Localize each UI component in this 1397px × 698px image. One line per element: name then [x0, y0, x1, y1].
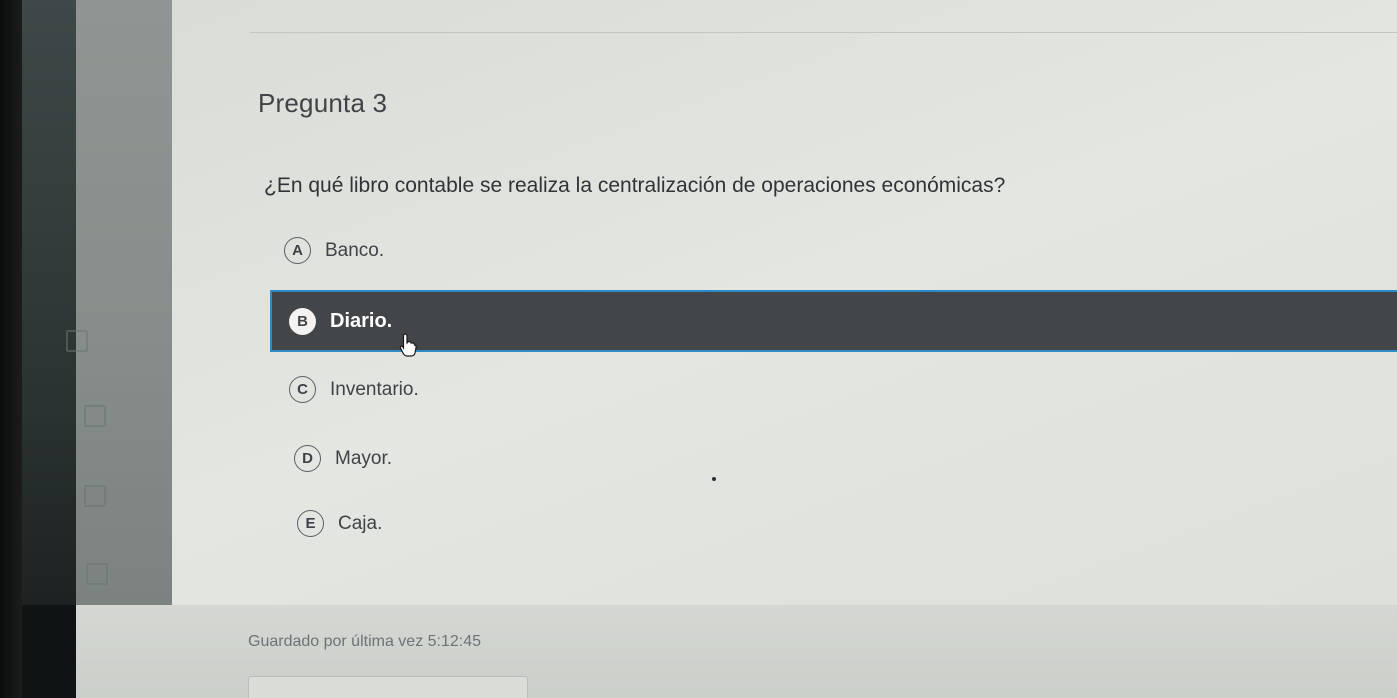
option-label: Banco.: [325, 239, 385, 261]
question-text: ¿En qué libro contable se realiza la cen…: [264, 174, 1006, 197]
option-d[interactable]: D Mayor.: [294, 445, 392, 472]
option-letter-badge: C: [289, 376, 316, 403]
option-b-selected[interactable]: B Diario.: [270, 290, 1397, 352]
bottom-panel-edge: [248, 676, 528, 698]
sidebar-document-icon[interactable]: [84, 485, 106, 507]
option-letter-badge: A: [284, 237, 311, 264]
sidebar-edit-icon[interactable]: [86, 563, 108, 585]
hand-pointer-icon: [399, 333, 417, 357]
option-letter-badge: D: [294, 445, 321, 472]
option-a[interactable]: A Banco.: [284, 237, 384, 264]
option-e[interactable]: E Caja.: [297, 510, 382, 537]
monitor-bezel: [0, 0, 22, 698]
sidebar-flag-icon[interactable]: [84, 405, 106, 427]
option-c[interactable]: C Inventario.: [289, 376, 419, 403]
question-title: Pregunta 3: [258, 88, 388, 118]
header-divider: [250, 32, 1397, 33]
sidebar-navigation-strip: [76, 0, 172, 605]
screen-speck: [712, 477, 716, 481]
sidebar-dark-panel-bottom: [22, 605, 76, 698]
last-saved-status: Guardado por última vez 5:12:45: [248, 633, 482, 650]
option-label: Mayor.: [335, 447, 393, 469]
sidebar-list-icon[interactable]: [66, 330, 88, 352]
option-label: Inventario.: [330, 378, 419, 400]
option-letter-badge: E: [297, 510, 324, 537]
option-label: Caja.: [338, 512, 383, 534]
option-label: Diario.: [330, 309, 393, 332]
option-letter-badge: B: [289, 307, 316, 335]
